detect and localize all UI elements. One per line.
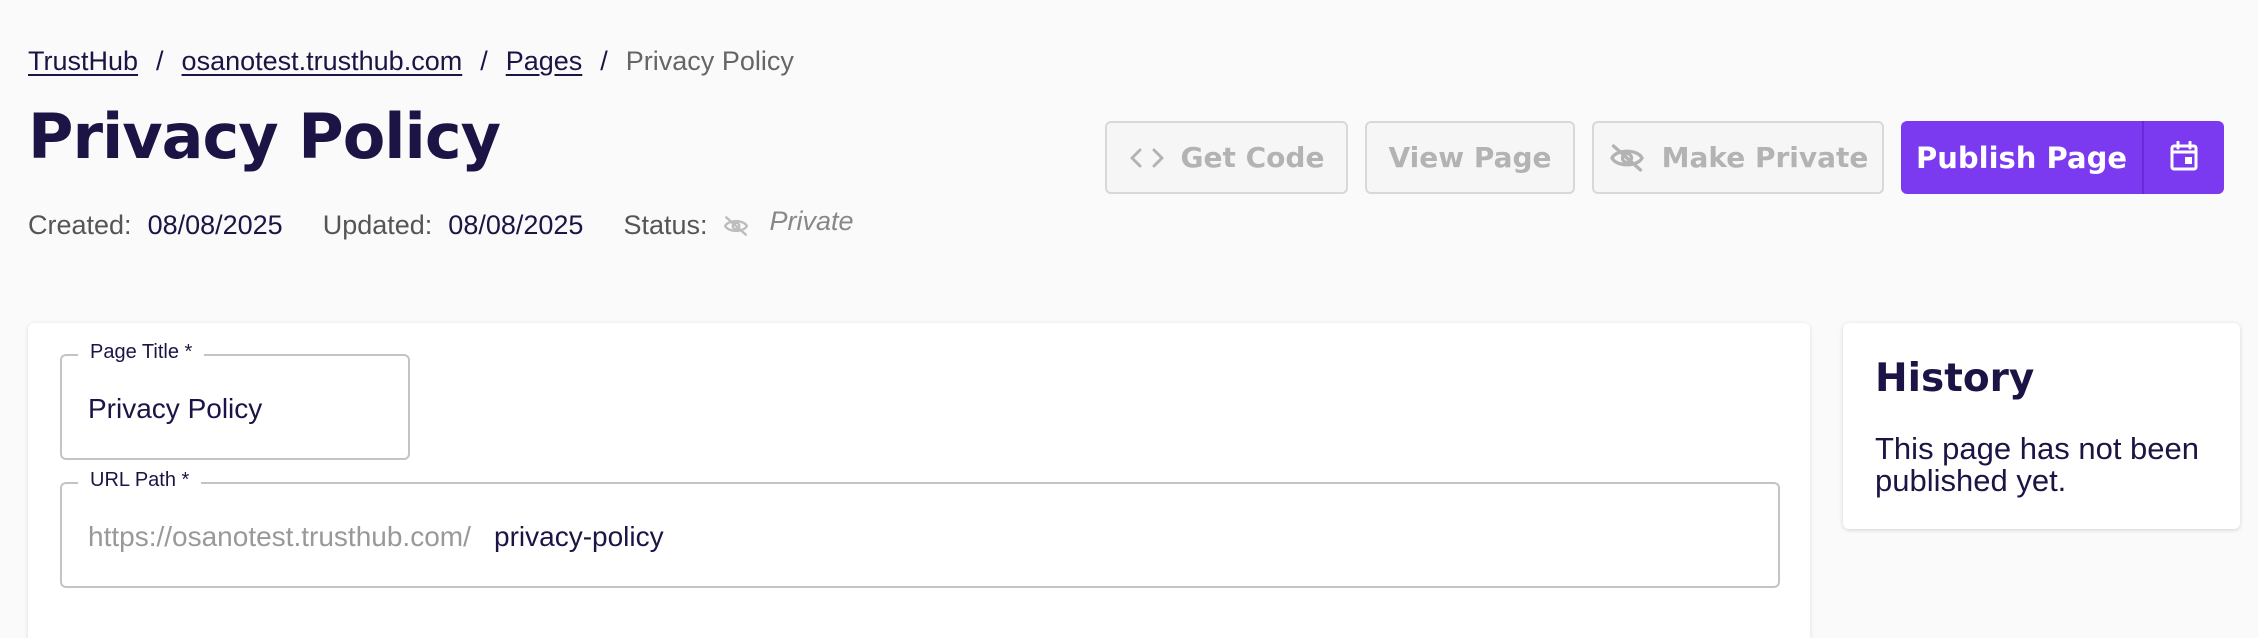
calendar-icon <box>2170 140 2198 174</box>
page-actions-toolbar: Get Code View Page Make Private Publish … <box>1105 121 2224 194</box>
status-value: Private <box>769 206 854 236</box>
publish-page-button[interactable]: Publish Page <box>1901 121 2142 194</box>
make-private-label: Make Private <box>1661 141 1869 174</box>
updated-label: Updated: <box>322 210 433 240</box>
page-title-input[interactable]: Privacy Policy <box>88 393 262 425</box>
page-title-field-label: Page Title * <box>78 341 205 364</box>
breadcrumb-separator: / <box>156 46 164 76</box>
created-value: 08/08/2025 <box>147 210 283 240</box>
url-path-field[interactable]: URL Path * https://osanotest.trusthub.co… <box>60 469 1780 588</box>
get-code-button[interactable]: Get Code <box>1105 121 1348 194</box>
schedule-publish-button[interactable] <box>2142 121 2224 194</box>
status-label: Status: <box>623 210 708 240</box>
page-title: Privacy Policy <box>28 100 501 173</box>
make-private-button[interactable]: Make Private <box>1592 121 1884 194</box>
eye-off-icon <box>723 215 749 237</box>
page-title-field[interactable]: Page Title * Privacy Policy <box>60 341 410 460</box>
created-label: Created: <box>28 210 132 240</box>
eye-off-icon <box>1608 143 1646 173</box>
get-code-label: Get Code <box>1180 141 1325 174</box>
breadcrumb-link-trusthub[interactable]: TrustHub <box>28 46 138 77</box>
url-prefix: https://osanotest.trusthub.com/ <box>88 521 471 552</box>
history-card: History This page has not been published… <box>1843 323 2240 529</box>
history-title: History <box>1875 356 2035 401</box>
breadcrumb-link-domain[interactable]: osanotest.trusthub.com <box>182 46 463 77</box>
page-settings-card: Page Title * Privacy Policy URL Path * h… <box>28 323 1810 638</box>
view-page-label: View Page <box>1388 141 1552 174</box>
breadcrumb-separator: / <box>600 46 608 76</box>
breadcrumb-separator: / <box>480 46 488 76</box>
history-message: This page has not been published yet. <box>1875 431 2200 498</box>
breadcrumb-link-pages[interactable]: Pages <box>506 46 583 77</box>
page-meta: Created: 08/08/2025 Updated: 08/08/2025 … <box>28 206 854 241</box>
publish-button-group: Publish Page <box>1901 121 2224 194</box>
breadcrumb-current: Privacy Policy <box>625 46 794 76</box>
view-page-button[interactable]: View Page <box>1365 121 1575 194</box>
breadcrumb: TrustHub / osanotest.trusthub.com / Page… <box>28 46 794 77</box>
url-path-field-label: URL Path * <box>78 469 202 492</box>
code-icon <box>1129 146 1165 170</box>
updated-value: 08/08/2025 <box>448 210 584 240</box>
url-path-input[interactable]: privacy-policy <box>494 521 664 553</box>
